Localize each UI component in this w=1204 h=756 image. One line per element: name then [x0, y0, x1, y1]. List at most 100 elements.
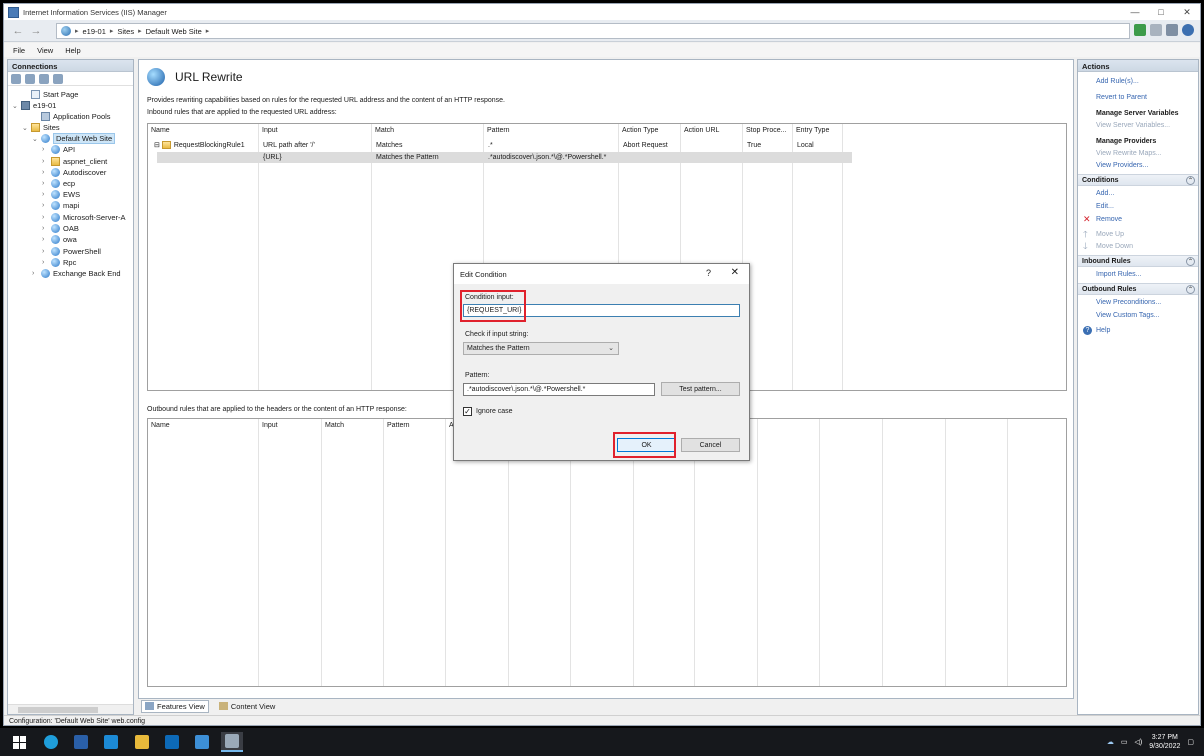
- content-view-tab[interactable]: Content View: [215, 700, 279, 713]
- menu-file[interactable]: File: [13, 46, 25, 55]
- cancel-button[interactable]: Cancel: [681, 438, 740, 452]
- powershell-icon[interactable]: [70, 732, 92, 752]
- expander-chevron-icon[interactable]: ⌄: [12, 102, 18, 110]
- tree-node[interactable]: › OAB: [42, 223, 79, 234]
- view-server-variables-link[interactable]: View Server Variables...: [1096, 122, 1170, 129]
- expander-chevron-icon[interactable]: ›: [42, 236, 48, 243]
- column-header[interactable]: Pattern: [384, 419, 413, 431]
- tree-node[interactable]: › EWS: [42, 189, 80, 200]
- back-arrow-icon[interactable]: ←: [10, 24, 26, 38]
- forward-arrow-icon[interactable]: →: [28, 24, 44, 38]
- collapse-icon[interactable]: ⊟: [154, 142, 162, 149]
- expander-chevron-icon[interactable]: ›: [42, 191, 48, 198]
- help-link[interactable]: Help: [1096, 327, 1110, 334]
- view-preconditions-link[interactable]: View Preconditions...: [1096, 299, 1161, 306]
- vscode-icon[interactable]: [100, 732, 122, 752]
- close-button[interactable]: ✕: [1174, 4, 1200, 20]
- windows-start-icon[interactable]: [8, 732, 30, 752]
- expander-chevron-icon[interactable]: ›: [42, 214, 48, 221]
- tree-node[interactable]: ⌄ e19-01: [12, 100, 56, 111]
- remote-desktop-icon[interactable]: [191, 732, 213, 752]
- column-header[interactable]: Name: [148, 124, 173, 136]
- breadcrumb-sites[interactable]: Sites: [117, 27, 134, 36]
- edit-condition-link[interactable]: Edit...: [1096, 203, 1114, 210]
- expander-chevron-icon[interactable]: ⌄: [22, 124, 28, 132]
- maximize-button[interactable]: □: [1148, 4, 1174, 20]
- test-pattern-button[interactable]: Test pattern...: [661, 382, 740, 396]
- dialog-close-button[interactable]: ✕: [731, 267, 739, 278]
- revert-to-parent-link[interactable]: Revert to Parent: [1096, 94, 1147, 101]
- notification-icon[interactable]: ▢: [1187, 738, 1194, 746]
- tree-node[interactable]: Application Pools: [32, 111, 111, 122]
- condition-input-field[interactable]: {REQUEST_URI}: [463, 304, 740, 317]
- home-icon[interactable]: [1166, 24, 1178, 36]
- iis-manager-icon[interactable]: [221, 732, 243, 752]
- expander-chevron-icon[interactable]: ›: [42, 180, 48, 187]
- expander-chevron-icon[interactable]: ›: [42, 248, 48, 255]
- features-view-tab[interactable]: Features View: [141, 699, 209, 713]
- tree-node[interactable]: › mapi: [42, 200, 79, 211]
- move-down-link[interactable]: Move Down: [1096, 243, 1133, 250]
- view-providers-link[interactable]: View Providers...: [1096, 162, 1148, 169]
- inbound-rules-section-header[interactable]: Inbound Rules ⌃: [1078, 255, 1198, 267]
- outbound-rules-section-header[interactable]: Outbound Rules ⌃: [1078, 283, 1198, 295]
- tree-node[interactable]: › aspnet_client: [42, 156, 107, 167]
- column-header[interactable]: Entry Type: [793, 124, 832, 136]
- column-header[interactable]: Name: [148, 419, 173, 431]
- tree-node[interactable]: Start Page: [22, 89, 78, 100]
- expander-chevron-icon[interactable]: ›: [42, 202, 48, 209]
- column-header[interactable]: Pattern: [484, 124, 513, 136]
- save-icon[interactable]: [25, 73, 35, 84]
- expander-chevron-icon[interactable]: ›: [42, 158, 48, 165]
- move-up-link[interactable]: Move Up: [1096, 231, 1124, 238]
- expander-chevron-icon[interactable]: ›: [42, 259, 48, 266]
- edge-icon[interactable]: [40, 732, 62, 752]
- tree-node[interactable]: › Autodiscover: [42, 167, 106, 178]
- ok-button[interactable]: OK: [617, 438, 676, 452]
- add-condition-link[interactable]: Add...: [1096, 190, 1114, 197]
- up-folder-icon[interactable]: [39, 73, 49, 84]
- conditions-section-header[interactable]: Conditions ⌃: [1078, 174, 1198, 186]
- column-header[interactable]: Stop Proce...: [743, 124, 789, 136]
- outlook-icon[interactable]: [161, 732, 183, 752]
- tree-node[interactable]: ⌄ Default Web Site: [32, 133, 116, 144]
- expander-chevron-icon[interactable]: ›: [42, 169, 48, 176]
- pattern-field[interactable]: .*autodiscover\.json.*\@.*Powershell.*: [463, 383, 655, 396]
- tree-node[interactable]: › ecp: [42, 178, 75, 189]
- collapse-chevron-icon[interactable]: ⌃: [1186, 257, 1195, 266]
- tree-node[interactable]: ⌄ Sites: [22, 122, 60, 133]
- column-header[interactable]: Match: [322, 419, 347, 431]
- onedrive-icon[interactable]: ☁: [1107, 738, 1114, 746]
- network-icon[interactable]: ▭: [1121, 738, 1128, 746]
- remove-condition-link[interactable]: Remove: [1096, 216, 1122, 223]
- column-header[interactable]: Action URL: [681, 124, 722, 136]
- clock[interactable]: 3:27 PM 9/30/2022: [1149, 733, 1180, 751]
- breadcrumb[interactable]: ▸ e19-01 ▸ Sites ▸ Default Web Site ▸: [56, 23, 1130, 39]
- tree-node[interactable]: › owa: [42, 234, 77, 245]
- view-rewrite-maps-link[interactable]: View Rewrite Maps...: [1096, 150, 1162, 157]
- column-header[interactable]: Input: [259, 419, 281, 431]
- expander-chevron-icon[interactable]: ›: [42, 146, 48, 153]
- file-explorer-icon[interactable]: [131, 732, 153, 752]
- tree-node[interactable]: › Rpc: [42, 257, 76, 268]
- tree-node[interactable]: › API: [42, 144, 75, 155]
- tree-node[interactable]: › Microsoft-Server-A: [42, 212, 126, 223]
- menu-help[interactable]: Help: [65, 46, 80, 55]
- tree-node[interactable]: › Exchange Back End: [32, 268, 121, 279]
- match-type-select[interactable]: Matches the Pattern ⌄: [463, 342, 619, 355]
- column-header[interactable]: Action Type: [619, 124, 661, 136]
- connect-icon[interactable]: [11, 73, 21, 84]
- collapse-chevron-icon[interactable]: ⌃: [1186, 285, 1195, 294]
- refresh-icon[interactable]: [1134, 24, 1146, 36]
- expander-chevron-icon[interactable]: ›: [42, 225, 48, 232]
- menu-view[interactable]: View: [37, 46, 53, 55]
- disconnect-icon[interactable]: [53, 73, 63, 84]
- expander-chevron-icon[interactable]: ›: [32, 270, 38, 277]
- table-row[interactable]: ⊟ RequestBlockingRule1 URL path after '/'…: [148, 140, 843, 151]
- breadcrumb-site[interactable]: Default Web Site: [146, 27, 202, 36]
- dialog-help-button[interactable]: ?: [706, 268, 711, 278]
- breadcrumb-server[interactable]: e19-01: [83, 27, 106, 36]
- import-rules-link[interactable]: Import Rules...: [1096, 271, 1142, 278]
- ignore-case-checkbox[interactable]: ✓: [463, 407, 472, 416]
- add-rules-link[interactable]: Add Rule(s)...: [1096, 78, 1139, 85]
